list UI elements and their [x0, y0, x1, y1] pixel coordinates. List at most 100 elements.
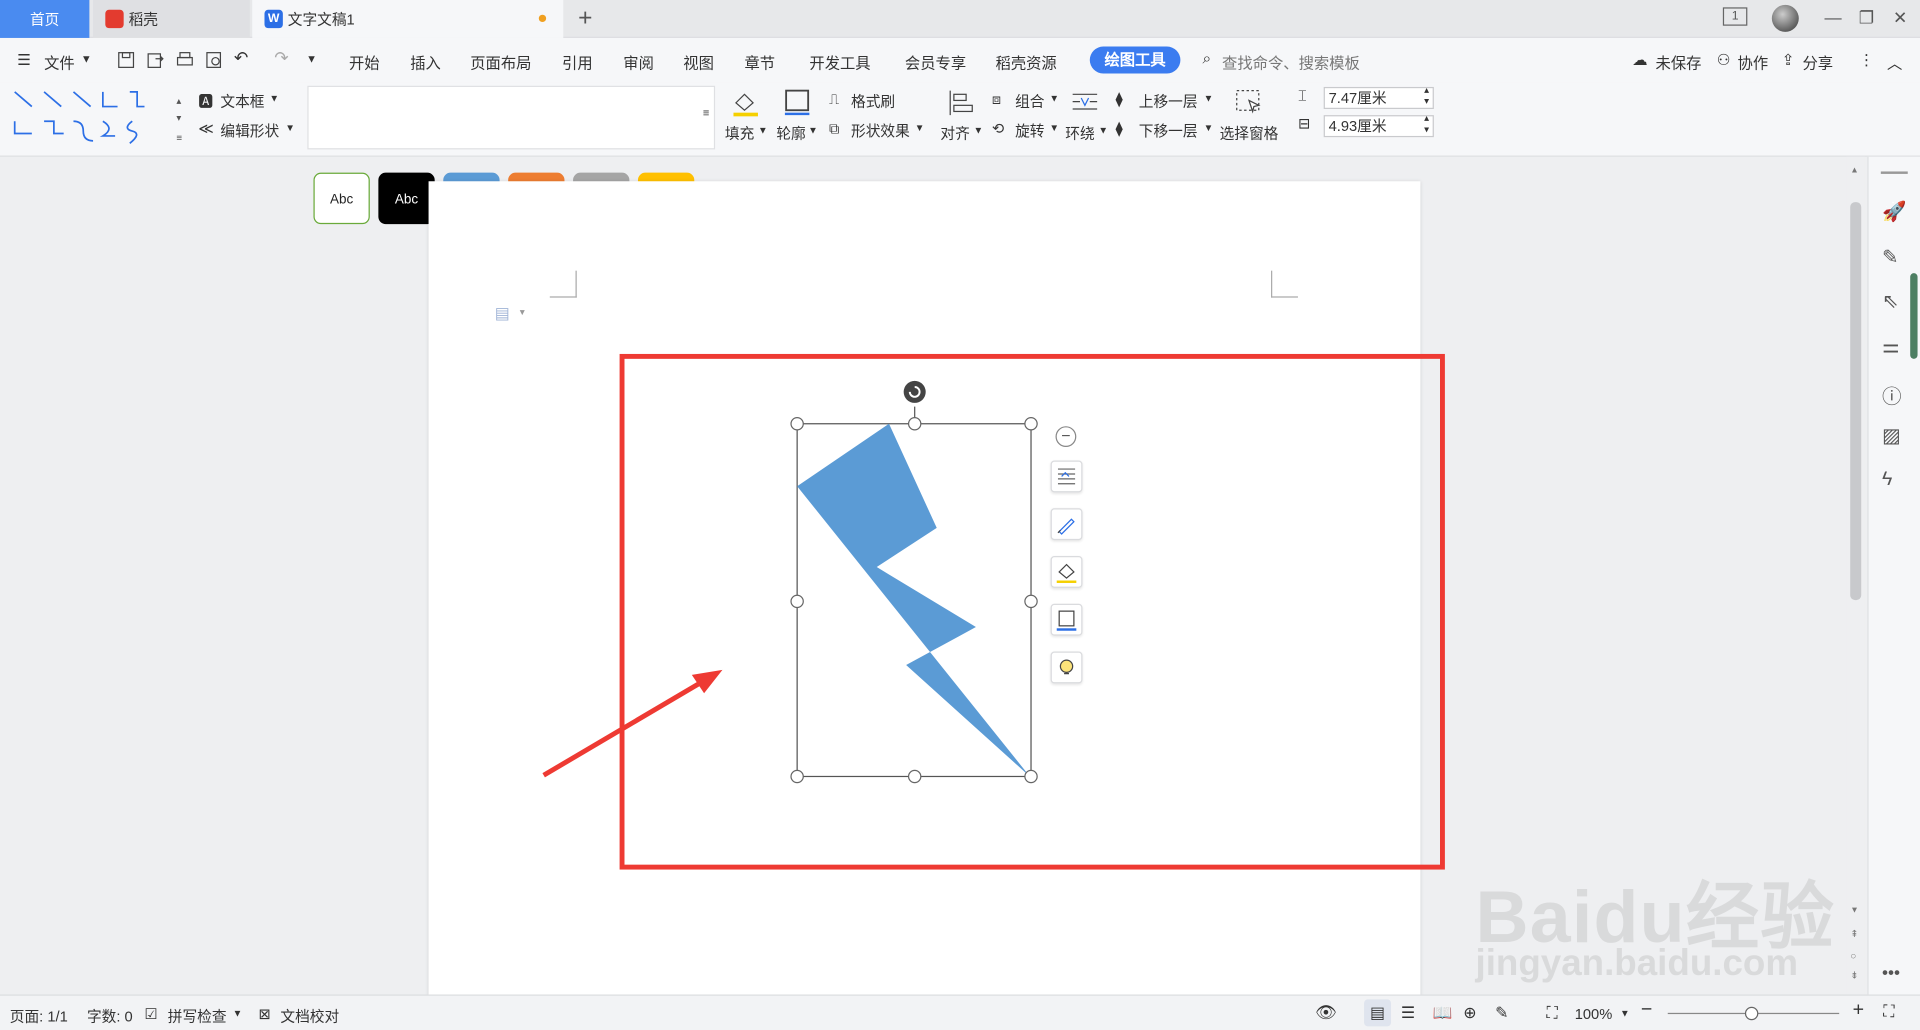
- collapse-ribbon-icon[interactable]: ︿: [1887, 50, 1902, 73]
- collapse-toolbar-icon[interactable]: −: [1055, 426, 1077, 448]
- reading-view-icon[interactable]: 📖: [1433, 1003, 1453, 1023]
- spellcheck-icon[interactable]: ☑: [144, 1006, 157, 1023]
- share-icon[interactable]: ⇪: [1782, 50, 1795, 68]
- menu-daoke-resources[interactable]: 稻壳资源: [996, 50, 1057, 73]
- group-dropdown-icon[interactable]: ▼: [1049, 93, 1059, 104]
- group-icon[interactable]: ⧈: [992, 91, 1001, 109]
- hamburger-icon[interactable]: ☰: [17, 50, 31, 68]
- tab-document[interactable]: W 文字文稿1: [252, 0, 564, 38]
- close-icon[interactable]: ✕: [1893, 7, 1907, 28]
- menu-drawing-tools[interactable]: 绘图工具: [1089, 46, 1181, 74]
- menu-insert[interactable]: 插入: [410, 50, 441, 73]
- pen-icon[interactable]: ✎: [1882, 245, 1898, 269]
- height-spinner-icon[interactable]: ▴ ▾: [1424, 85, 1429, 107]
- write-view-icon[interactable]: ✎: [1495, 1003, 1508, 1023]
- cursor-icon[interactable]: ⇖: [1882, 289, 1898, 313]
- spellcheck-dropdown-icon[interactable]: ▼: [233, 1008, 243, 1019]
- select-browse-icon[interactable]: ○: [1850, 950, 1856, 961]
- textbox-button[interactable]: 文本框: [220, 91, 264, 112]
- more-options-icon[interactable]: •••: [1882, 963, 1900, 983]
- send-backward-button[interactable]: 下移一层: [1139, 120, 1198, 141]
- document-page[interactable]: ▤ ▼: [428, 181, 1421, 1002]
- line-shapes-gallery[interactable]: ▴ ▾ ≡: [10, 87, 188, 148]
- cloud-icon[interactable]: ☁: [1632, 50, 1647, 68]
- paragraph-dropdown-icon[interactable]: ▼: [518, 309, 526, 318]
- web-view-icon[interactable]: ⊕: [1463, 1003, 1476, 1023]
- export-pdf-icon[interactable]: [146, 50, 166, 70]
- textbox-dropdown-icon[interactable]: ▼: [269, 93, 279, 104]
- rotate-button[interactable]: 旋转: [1015, 120, 1044, 141]
- lightning-icon[interactable]: ϟ: [1882, 469, 1892, 491]
- zoom-in-icon[interactable]: +: [1853, 999, 1864, 1021]
- selection-pane-icon[interactable]: [1234, 88, 1263, 117]
- shape-style-preset-1[interactable]: Abc: [313, 172, 370, 225]
- menu-page-layout[interactable]: 页面布局: [470, 50, 531, 73]
- word-count[interactable]: 字数: 0: [87, 1006, 133, 1027]
- picture-icon[interactable]: ▨: [1882, 424, 1901, 448]
- shape-effect-icon[interactable]: ⧉: [829, 120, 840, 138]
- fill-bucket-icon[interactable]: [731, 88, 760, 117]
- textbox-icon[interactable]: 🅰: [198, 91, 213, 112]
- rocket-icon[interactable]: 🚀: [1882, 200, 1906, 224]
- bring-forward-button[interactable]: 上移一层: [1139, 91, 1198, 112]
- width-field[interactable]: 4.93厘米: [1323, 115, 1434, 138]
- fill-dropdown-icon[interactable]: ▼: [758, 125, 768, 136]
- selection-pane-button[interactable]: 选择窗格: [1220, 122, 1279, 143]
- shape-effect-dropdown-icon[interactable]: ▼: [915, 122, 925, 133]
- menu-member[interactable]: 会员专享: [905, 50, 966, 73]
- print-icon[interactable]: [175, 50, 195, 70]
- layout-options-button[interactable]: [1050, 460, 1083, 493]
- side-tab[interactable]: [1910, 273, 1918, 359]
- tab-home[interactable]: 首页: [0, 0, 90, 38]
- page-indicator[interactable]: 页面: 1/1: [10, 1006, 68, 1027]
- collab-icon[interactable]: ⚇: [1717, 50, 1731, 68]
- outline-dropdown-icon[interactable]: ▼: [808, 125, 818, 136]
- avatar[interactable]: [1771, 4, 1799, 32]
- redo-icon[interactable]: ↷: [274, 48, 288, 69]
- quick-outline-button[interactable]: [1050, 603, 1083, 636]
- fill-button[interactable]: 填充: [725, 122, 754, 143]
- proofread-button[interactable]: 文档校对: [280, 1006, 339, 1027]
- edit-shape-button[interactable]: 编辑形状: [220, 120, 279, 141]
- height-field[interactable]: 7.47厘米: [1323, 86, 1434, 110]
- prev-page-icon[interactable]: ⇞: [1850, 928, 1858, 939]
- help-icon[interactable]: ⓘ: [1882, 380, 1902, 409]
- fit-page-icon[interactable]: ⛶: [1547, 1003, 1558, 1023]
- bring-forward-dropdown-icon[interactable]: ▼: [1204, 93, 1214, 104]
- menu-view[interactable]: 视图: [683, 50, 714, 73]
- align-button[interactable]: 对齐: [940, 122, 969, 143]
- shape-style-button[interactable]: [1050, 508, 1083, 541]
- print-preview-icon[interactable]: [204, 50, 224, 70]
- chevron-down-icon[interactable]: ▼: [81, 53, 92, 65]
- window-count-icon[interactable]: 1: [1722, 7, 1748, 26]
- settings-sliders-icon[interactable]: ⚌: [1882, 334, 1900, 358]
- undo-icon[interactable]: ↶: [234, 48, 248, 69]
- rotate-dropdown-icon[interactable]: ▼: [1049, 122, 1059, 133]
- rotate-icon[interactable]: ⟲: [992, 120, 1004, 137]
- vertical-scrollbar[interactable]: ▲ ▼ ⇞ ○ ⇟: [1846, 156, 1865, 995]
- send-backward-dropdown-icon[interactable]: ▼: [1204, 122, 1214, 133]
- search-icon[interactable]: ⌕: [1202, 50, 1211, 68]
- menu-reference[interactable]: 引用: [562, 50, 593, 73]
- smart-tips-button[interactable]: [1050, 651, 1083, 684]
- edit-shape-icon[interactable]: ≪: [198, 120, 213, 137]
- shape-effect-button[interactable]: 形状效果: [851, 120, 910, 141]
- menu-chapter[interactable]: 章节: [744, 50, 775, 73]
- wrap-dropdown-icon[interactable]: ▼: [1098, 125, 1108, 136]
- share-button[interactable]: 分享: [1802, 50, 1833, 73]
- menu-file[interactable]: 文件: [44, 50, 75, 73]
- format-painter-icon[interactable]: ⎍: [829, 91, 839, 109]
- wrap-text-icon[interactable]: [1070, 88, 1099, 117]
- next-page-icon[interactable]: ⇟: [1850, 970, 1858, 981]
- minimize-icon[interactable]: —: [1824, 7, 1841, 27]
- tab-daoke[interactable]: 稻壳: [93, 0, 250, 38]
- bring-forward-icon[interactable]: ⧫: [1116, 91, 1123, 108]
- zoom-dropdown-icon[interactable]: ▼: [1620, 1008, 1630, 1019]
- align-icon[interactable]: [947, 88, 976, 117]
- send-backward-icon[interactable]: ⧫: [1116, 120, 1123, 137]
- quick-access-more-icon[interactable]: ▼: [306, 53, 317, 65]
- format-painter-button[interactable]: 格式刷: [851, 91, 895, 112]
- width-spinner-icon[interactable]: ▴ ▾: [1424, 113, 1429, 135]
- paragraph-layout-icon[interactable]: ▤: [495, 304, 510, 324]
- zoom-out-icon[interactable]: −: [1641, 999, 1652, 1021]
